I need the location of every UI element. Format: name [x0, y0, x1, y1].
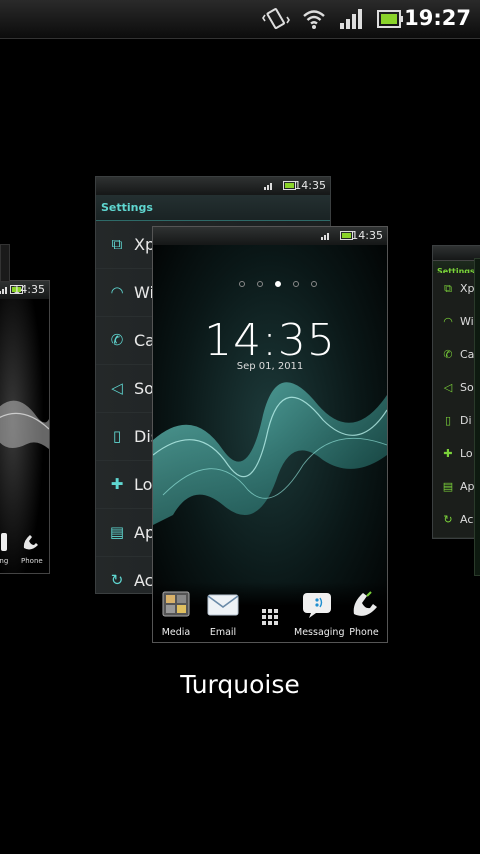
dock-label: Phone: [21, 557, 43, 565]
settings-title: Settings: [96, 195, 330, 221]
xperia-icon: ⧉: [111, 235, 123, 253]
preview-status-bar: 14:35: [153, 227, 387, 246]
sound-icon: ◁: [443, 381, 453, 394]
dock: Media Email Messaging Phone: [153, 582, 387, 642]
dock-item-email[interactable]: Email: [200, 589, 246, 638]
sound-icon: ◁: [111, 379, 123, 397]
phone-icon: [353, 591, 377, 616]
wifi-icon: ◠: [443, 315, 453, 328]
sync-icon: ↻: [443, 513, 453, 526]
wallpaper-wave-icon: [0, 299, 49, 573]
page-dot: [239, 281, 245, 287]
theme-preview-far-right: [474, 258, 480, 576]
phone-icon: [23, 535, 38, 550]
location-icon: ✚: [443, 447, 453, 460]
settings-row[interactable]: ✚ Lo: [433, 438, 480, 472]
apps-icon: ▤: [109, 523, 125, 541]
theme-preview-far-left: [0, 244, 10, 282]
signal-icon: [321, 233, 329, 240]
settings-row[interactable]: ▯ Di: [433, 405, 480, 439]
dock-item-app-drawer[interactable]: [247, 600, 293, 638]
wifi-icon: [303, 10, 325, 29]
dock-item-media[interactable]: Media: [153, 589, 199, 638]
theme-preview-selected[interactable]: 14:35 14:35 Sep 01, 2011 Media Email Mes…: [152, 226, 388, 643]
apps-icon: ▤: [442, 480, 454, 493]
settings-row[interactable]: ▤ Ap: [433, 471, 480, 505]
page-indicator: [233, 272, 323, 291]
media-icon: [162, 591, 190, 617]
theme-preview-left[interactable]: 14:35 ging Phone: [0, 280, 50, 574]
signal-icon: [340, 9, 362, 29]
settings-row[interactable]: ◁ So: [433, 372, 480, 406]
display-icon: ▯: [444, 414, 452, 427]
settings-row[interactable]: ↻ Ac: [433, 504, 480, 538]
signal-icon: [264, 183, 272, 190]
messaging-icon: [303, 593, 331, 618]
date-widget: Sep 01, 2011: [236, 361, 304, 372]
email-icon: [207, 594, 239, 616]
signal-icon: [0, 287, 7, 294]
xperia-icon: ⧉: [444, 282, 452, 295]
theme-preview-right[interactable]: Settings ⧉ Xp ◠ Wi ✆ Ca ◁ So ▯ Di ✚ Lo ▤ Ap ↻ Ac: [432, 245, 480, 539]
dock-item-phone[interactable]: Phone: [341, 589, 387, 638]
messaging-icon: [1, 533, 7, 551]
preview-status-bar: 14:35: [0, 281, 49, 300]
call-icon: ✆: [110, 331, 124, 349]
app-drawer-icon: [262, 609, 278, 625]
preview-status-bar: 14:35: [96, 177, 330, 196]
preview-status-bar: [433, 246, 480, 261]
page-dot: [311, 281, 317, 287]
battery-icon: [377, 10, 403, 28]
page-dot: [257, 281, 263, 287]
page-dot-active: [275, 281, 281, 287]
status-bar: 19:27: [0, 0, 480, 39]
page-dot: [293, 281, 299, 287]
call-icon: ✆: [443, 348, 453, 361]
status-time: 19:27: [404, 6, 471, 30]
dock: ging Phone: [0, 533, 49, 573]
dock-item-messaging[interactable]: Messaging: [294, 589, 344, 638]
display-icon: ▯: [112, 427, 122, 445]
sync-icon: ↻: [110, 571, 124, 589]
theme-name-label: Turquoise: [180, 670, 300, 699]
settings-row[interactable]: ⧉ Xp: [433, 273, 480, 307]
settings-row[interactable]: ◠ Wi: [433, 306, 480, 340]
dock-label: ging: [0, 557, 9, 565]
location-icon: ✚: [110, 475, 124, 493]
vibrate-icon: [262, 8, 290, 30]
wifi-icon: ◠: [110, 283, 124, 301]
settings-row[interactable]: ✆ Ca: [433, 339, 480, 373]
clock-widget: 14:35: [204, 315, 336, 366]
